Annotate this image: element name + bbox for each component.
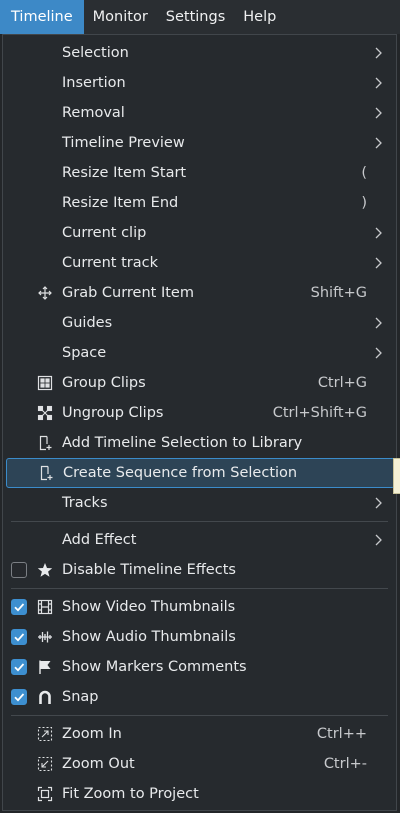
menu-separator — [11, 521, 388, 522]
checkbox-checked[interactable] — [11, 599, 27, 615]
menubar-help[interactable]: Help — [234, 0, 285, 34]
checkbox-checked[interactable] — [11, 659, 27, 675]
shortcut-label: Ctrl+- — [323, 756, 367, 772]
menu-separator — [11, 715, 388, 716]
submenu-arrow-icon — [373, 135, 385, 151]
submenu-arrow-icon — [373, 45, 385, 61]
menu-item-disable-timeline-effects[interactable]: Disable Timeline Effects — [3, 555, 396, 585]
menubar-settings[interactable]: Settings — [157, 0, 234, 34]
library-add-icon — [38, 465, 54, 481]
menu-item-add-selection-to-library[interactable]: Add Timeline Selection to Library — [3, 428, 396, 458]
menu-item-label: Add Timeline Selection to Library — [62, 435, 303, 451]
menu-item-group-clips[interactable]: Group Clips Ctrl+G — [3, 368, 396, 398]
menu-item-resize-item-start[interactable]: Resize Item Start ( — [3, 158, 396, 188]
shortcut-label: ) — [361, 195, 367, 211]
menu-item-show-audio-thumbnails[interactable]: Show Audio Thumbnails — [3, 622, 396, 652]
menu-item-space[interactable]: Space — [3, 338, 396, 368]
menu-item-label: Resize Item End — [62, 195, 179, 211]
menu-item-label: Current clip — [62, 225, 147, 241]
menu-item-label: Show Video Thumbnails — [62, 599, 236, 615]
library-add-icon — [37, 435, 53, 451]
shortcut-label: Ctrl++ — [316, 726, 367, 742]
menu-item-show-markers-comments[interactable]: Show Markers Comments — [3, 652, 396, 682]
menu-item-show-video-thumbnails[interactable]: Show Video Thumbnails — [3, 592, 396, 622]
submenu-arrow-icon — [373, 255, 385, 271]
menu-item-label: Snap — [62, 689, 99, 705]
submenu-arrow-icon — [373, 532, 385, 548]
checkbox-checked[interactable] — [11, 689, 27, 705]
submenu-arrow-icon — [373, 345, 385, 361]
film-icon — [37, 599, 53, 615]
menu-item-label: Selection — [62, 45, 129, 61]
menu-item-create-sequence[interactable]: Create Sequence from Selection — [6, 458, 395, 488]
menu-item-label: Show Markers Comments — [62, 659, 247, 675]
menu-item-label: Show Audio Thumbnails — [62, 629, 236, 645]
menu-item-label: Zoom In — [62, 726, 122, 742]
menu-item-fit-zoom-to-project[interactable]: Fit Zoom to Project — [3, 779, 396, 809]
menu-item-grab-current-item[interactable]: Grab Current Item Shift+G — [3, 278, 396, 308]
checkbox-unchecked[interactable] — [11, 562, 27, 578]
menu-item-add-effect[interactable]: Add Effect — [3, 525, 396, 555]
menu-item-insertion[interactable]: Insertion — [3, 68, 396, 98]
menu-item-label: Ungroup Clips — [62, 405, 164, 421]
menu-item-zoom-out[interactable]: Zoom Out Ctrl+- — [3, 749, 396, 779]
submenu-arrow-icon — [373, 225, 385, 241]
shortcut-label: Ctrl+Shift+G — [272, 405, 367, 421]
menu-item-resize-item-end[interactable]: Resize Item End ) — [3, 188, 396, 218]
menu-item-label: Tracks — [62, 495, 108, 511]
menu-item-label: Insertion — [62, 75, 126, 91]
menu-item-label: Resize Item Start — [62, 165, 187, 181]
menu-item-selection[interactable]: Selection — [3, 38, 396, 68]
menu-item-ungroup-clips[interactable]: Ungroup Clips Ctrl+Shift+G — [3, 398, 396, 428]
menu-item-timeline-preview[interactable]: Timeline Preview — [3, 128, 396, 158]
menu-item-label: Create Sequence from Selection — [63, 465, 298, 481]
menu-item-label: Current track — [62, 255, 158, 271]
menu-item-label: Disable Timeline Effects — [62, 562, 236, 578]
menu-separator — [11, 588, 388, 589]
magnet-icon — [37, 689, 53, 705]
zoom-out-icon — [37, 756, 53, 772]
shortcut-label: Ctrl+G — [317, 375, 367, 391]
menu-item-snap[interactable]: Snap — [3, 682, 396, 712]
zoom-in-icon — [37, 726, 53, 742]
menu-item-guides[interactable]: Guides — [3, 308, 396, 338]
timeline-menu: Selection Insertion Removal Timeline Pre… — [2, 34, 397, 811]
menu-item-label: Zoom Out — [62, 756, 135, 772]
submenu-arrow-icon — [373, 105, 385, 121]
menu-item-label: Removal — [62, 105, 125, 121]
submenu-arrow-icon — [373, 495, 385, 511]
menu-item-label: Add Effect — [62, 532, 137, 548]
menubar-monitor[interactable]: Monitor — [84, 0, 157, 34]
menu-item-current-clip[interactable]: Current clip — [3, 218, 396, 248]
menu-item-current-track[interactable]: Current track — [3, 248, 396, 278]
submenu-arrow-icon — [373, 315, 385, 331]
checkbox-checked[interactable] — [11, 629, 27, 645]
menu-item-tracks[interactable]: Tracks — [3, 488, 396, 518]
menu-item-label: Guides — [62, 315, 113, 331]
tooltip-edge — [393, 458, 400, 494]
star-icon — [37, 562, 53, 578]
flag-icon — [37, 659, 53, 675]
menu-item-label: Grab Current Item — [62, 285, 194, 301]
ungroup-icon — [37, 405, 53, 421]
menu-item-removal[interactable]: Removal — [3, 98, 396, 128]
audio-wave-icon — [37, 629, 53, 645]
menu-item-zoom-in[interactable]: Zoom In Ctrl++ — [3, 719, 396, 749]
menu-item-label: Timeline Preview — [62, 135, 185, 151]
shortcut-label: ( — [361, 165, 367, 181]
menu-item-label: Fit Zoom to Project — [62, 786, 199, 802]
menubar-timeline[interactable]: Timeline — [0, 0, 84, 34]
zoom-fit-icon — [37, 786, 53, 802]
menu-item-label: Group Clips — [62, 375, 146, 391]
move-icon — [37, 285, 53, 301]
menu-bar: Timeline Monitor Settings Help — [0, 0, 400, 34]
submenu-arrow-icon — [373, 75, 385, 91]
group-icon — [37, 375, 53, 391]
menu-item-label: Space — [62, 345, 107, 361]
shortcut-label: Shift+G — [310, 285, 367, 301]
